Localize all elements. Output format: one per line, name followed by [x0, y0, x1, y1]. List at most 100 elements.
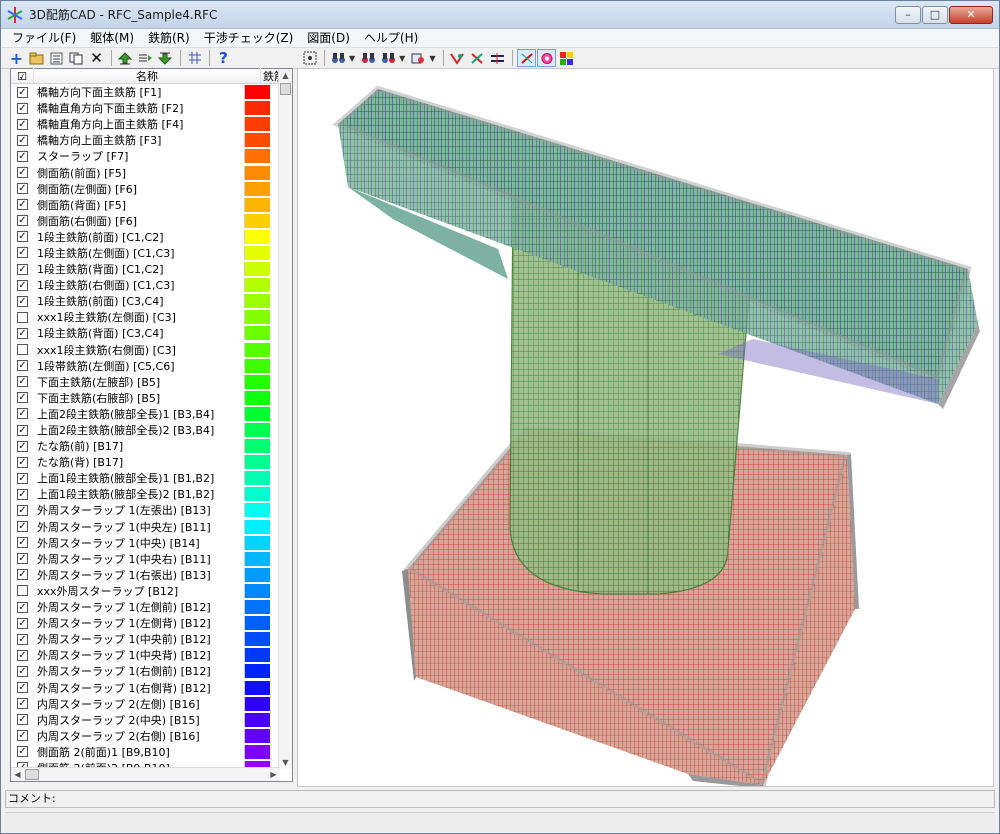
layer-color-swatch[interactable] [244, 744, 270, 759]
layer-color-swatch[interactable] [244, 117, 270, 132]
view-dropdown-arrow[interactable]: ▼ [429, 54, 435, 63]
scroll-down-arrow-icon[interactable]: ▼ [279, 756, 292, 769]
header-name[interactable]: 名称 [33, 68, 261, 84]
layer-row[interactable]: ✓ 側面筋(右側面) [F6] [11, 213, 292, 229]
layer-color-swatch[interactable] [244, 455, 270, 470]
layer-row[interactable]: ✓ 内周スターラップ 2(左側) [B16] [11, 696, 292, 712]
layer-checkbox[interactable]: ✓ [17, 424, 28, 436]
layer-row[interactable]: xxx外周スターラップ [B12] [11, 583, 292, 599]
layer-row[interactable]: xxx1段主鉄筋(左側面) [C3] [11, 309, 292, 325]
fit-view-icon[interactable] [300, 49, 319, 67]
layer-checkbox[interactable]: ✓ [17, 134, 28, 146]
layer-checkbox[interactable]: ✓ [17, 601, 28, 613]
layer-row[interactable]: ✓ 1段主鉄筋(左側面) [C1,C3] [11, 245, 292, 261]
layer-row[interactable]: ✓ 1段主鉄筋(背面) [C1,C2] [11, 261, 292, 277]
layer-color-swatch[interactable] [244, 632, 270, 647]
menu-help[interactable]: ヘルプ(H) [357, 29, 425, 48]
layer-color-swatch[interactable] [244, 567, 270, 582]
menu-interference-check[interactable]: 干渉チェック(Z) [197, 29, 301, 48]
layer-checkbox[interactable]: ✓ [17, 150, 28, 162]
layer-color-swatch[interactable] [244, 262, 270, 277]
layer-checkbox[interactable]: ✓ [17, 730, 28, 742]
layer-row[interactable]: ✓ 外周スターラップ 1(中央前) [B12] [11, 631, 292, 647]
layer-row[interactable]: ✓ 橋軸方向上面主鉄筋 [F3] [11, 132, 292, 148]
layer-checkbox[interactable]: ✓ [17, 102, 28, 114]
copy-icon[interactable] [67, 49, 86, 67]
layer-row[interactable]: ✓ 外周スターラップ 1(右側背) [B12] [11, 679, 292, 695]
interference-icon[interactable] [537, 49, 557, 67]
layer-color-swatch[interactable] [244, 294, 270, 309]
layer-checkbox[interactable]: ✓ [17, 327, 28, 339]
layer-color-swatch[interactable] [244, 374, 270, 389]
layer-checkbox[interactable]: ✓ [17, 488, 28, 500]
binoculars-icon[interactable] [379, 49, 398, 67]
layer-color-swatch[interactable] [244, 648, 270, 663]
3d-model-render[interactable] [298, 69, 994, 787]
layer-color-swatch[interactable] [244, 197, 270, 212]
layer-checkbox[interactable]: ✓ [17, 86, 28, 98]
layer-row[interactable]: ✓ 1段主鉄筋(背面) [C3,C4] [11, 325, 292, 341]
layer-row[interactable]: ✓ たな筋(背) [B17] [11, 454, 292, 470]
layer-row[interactable]: ✓ 1段帯鉄筋(左側面) [C5,C6] [11, 358, 292, 374]
layer-checkbox[interactable]: ✓ [17, 279, 28, 291]
layer-row[interactable]: ✓ 外周スターラップ 1(右張出) [B13] [11, 567, 292, 583]
layer-color-swatch[interactable] [244, 439, 270, 454]
menu-drawing[interactable]: 図面(D) [300, 29, 357, 48]
layer-row[interactable]: ✓ 上面2段主鉄筋(腋部全長)2 [B3,B4] [11, 422, 292, 438]
layer-checkbox[interactable]: ✓ [17, 247, 28, 259]
layer-color-swatch[interactable] [244, 519, 270, 534]
layer-color-swatch[interactable] [244, 278, 270, 293]
layer-color-swatch[interactable] [244, 728, 270, 743]
layer-row[interactable]: ✓ 側面筋(背面) [F5] [11, 197, 292, 213]
delete-icon[interactable]: ✕ [87, 49, 106, 67]
layer-row[interactable]: ✓ 橋軸直角方向下面主鉄筋 [F2] [11, 100, 292, 116]
layer-row[interactable]: ✓ 下面主鉄筋(右腋部) [B5] [11, 390, 292, 406]
menu-rebar[interactable]: 鉄筋(R) [141, 29, 197, 48]
layer-row[interactable]: ✓ 1段主鉄筋(前面) [C3,C4] [11, 293, 292, 309]
binoculars-icon[interactable] [359, 49, 378, 67]
scroll-right-arrow-icon[interactable]: ▶ [267, 768, 280, 781]
layer-checkbox[interactable]: ✓ [17, 392, 28, 404]
vertical-scrollbar[interactable]: ▲ ▼ [278, 69, 292, 769]
layer-row[interactable]: ✓ 外周スターラップ 1(右側前) [B12] [11, 663, 292, 679]
layer-color-swatch[interactable] [244, 696, 270, 711]
layer-color-swatch[interactable] [244, 712, 270, 727]
layer-row[interactable]: ✓ 外周スターラップ 1(左側背) [B12] [11, 615, 292, 631]
layer-checkbox[interactable]: ✓ [17, 633, 28, 645]
layer-checkbox[interactable]: ✓ [17, 183, 28, 195]
layer-row[interactable]: ✓ 橋軸方向下面主鉄筋 [F1] [11, 84, 292, 100]
layer-checkbox[interactable]: ✓ [17, 408, 28, 420]
header-check-all[interactable]: ☑ [11, 70, 33, 83]
close-button[interactable]: ✕ [949, 5, 993, 24]
layer-row[interactable]: ✓ 下面主鉄筋(左腋部) [B5] [11, 374, 292, 390]
view-dropdown-icon[interactable] [409, 49, 428, 67]
layer-row[interactable]: ✓ 1段主鉄筋(右側面) [C1,C3] [11, 277, 292, 293]
check-b-icon[interactable] [468, 49, 487, 67]
layer-checkbox[interactable]: ✓ [17, 199, 28, 211]
open-folder-icon[interactable] [27, 49, 46, 67]
layer-checkbox[interactable]: ✓ [17, 376, 28, 388]
layer-color-swatch[interactable] [244, 616, 270, 631]
check-a-icon[interactable] [448, 49, 467, 67]
layer-color-swatch[interactable] [244, 423, 270, 438]
layer-color-swatch[interactable] [244, 551, 270, 566]
layer-row[interactable]: ✓ たな筋(前) [B17] [11, 438, 292, 454]
layer-checkbox[interactable]: ✓ [17, 167, 28, 179]
layer-color-swatch[interactable] [244, 310, 270, 325]
layer-color-swatch[interactable] [244, 85, 270, 100]
layer-checkbox[interactable]: ✓ [17, 714, 28, 726]
layer-color-swatch[interactable] [244, 600, 270, 615]
layer-checkbox[interactable]: ✓ [17, 665, 28, 677]
layer-checkbox[interactable]: ✓ [17, 682, 28, 694]
layer-row[interactable]: ✓ 橋軸直角方向上面主鉄筋 [F4] [11, 116, 292, 132]
horizontal-scroll-thumb[interactable] [25, 769, 39, 780]
move-up-icon[interactable] [116, 49, 135, 67]
sort-icon[interactable] [136, 49, 155, 67]
layer-row[interactable]: ✓ 外周スターラップ 1(中央) [B14] [11, 535, 292, 551]
layer-checkbox[interactable]: ✓ [17, 360, 28, 372]
layer-checkbox[interactable]: ✓ [17, 746, 28, 758]
align-icon[interactable] [488, 49, 507, 67]
help-icon[interactable]: ? [214, 49, 233, 67]
layer-color-swatch[interactable] [244, 487, 270, 502]
layer-checkbox[interactable] [17, 311, 28, 323]
